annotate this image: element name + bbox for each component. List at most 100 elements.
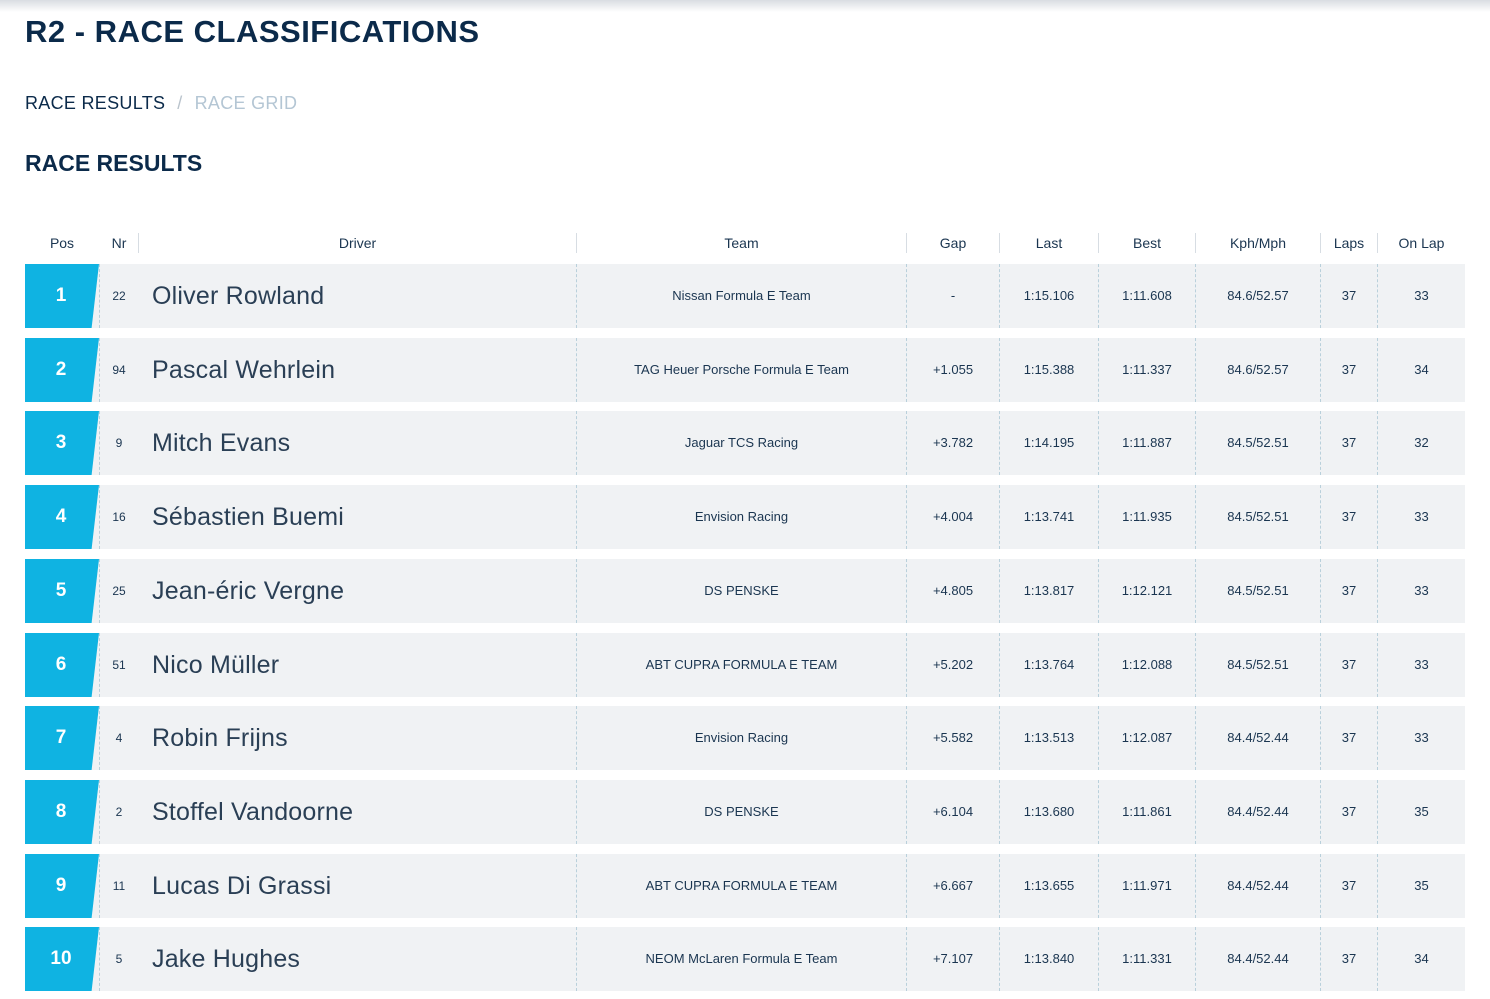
driver-name: Jean-éric Vergne: [152, 577, 345, 605]
team-name: Jaguar TCS Racing: [684, 435, 799, 450]
laps-count: 37: [1341, 657, 1357, 672]
last-lap-time: 1:13.817: [1023, 583, 1075, 598]
last-lap-time: 1:13.764: [1023, 657, 1075, 672]
position-badge: 10: [25, 927, 99, 991]
laps-count: 37: [1341, 288, 1357, 303]
table-row[interactable]: 6 51 Nico Müller ABT CUPRA FORMULA E TEAM +5…: [25, 633, 1465, 697]
driver-number: 16: [112, 510, 126, 524]
driver-name: Nico Müller: [152, 651, 280, 679]
speed-value: 84.5/52.51: [1227, 583, 1289, 598]
best-lap-time: 1:12.121: [1121, 583, 1173, 598]
last-lap-time: 1:15.388: [1023, 362, 1075, 377]
last-lap-time: 1:13.741: [1023, 509, 1075, 524]
team-name: DS PENSKE: [704, 804, 779, 819]
page-title: R2 - RACE CLASSIFICATIONS: [25, 14, 480, 49]
header-pos: Pos: [49, 235, 75, 251]
driver-number: 11: [112, 879, 126, 893]
last-lap-time: 1:15.106: [1023, 288, 1075, 303]
position-value: 7: [55, 727, 67, 748]
section-title: RACE RESULTS: [25, 150, 203, 176]
header-on-lap: On Lap: [1398, 235, 1445, 251]
gap-value: +6.104: [932, 804, 974, 819]
on-lap-value: 33: [1414, 657, 1429, 672]
speed-value: 84.5/52.51: [1227, 657, 1289, 672]
header-last: Last: [1035, 235, 1063, 251]
laps-count: 37: [1341, 730, 1357, 745]
laps-count: 37: [1341, 804, 1357, 819]
team-name: Envision Racing: [694, 730, 789, 745]
driver-name: Jake Hughes: [152, 945, 301, 973]
laps-count: 37: [1341, 362, 1357, 377]
position-value: 5: [55, 580, 67, 601]
team-name: NEOM McLaren Formula E Team: [645, 951, 838, 966]
on-lap-value: 33: [1414, 583, 1429, 598]
position-value: 3: [55, 432, 67, 453]
driver-name: Stoffel Vandoorne: [152, 798, 354, 826]
header-nr: Nr: [111, 235, 127, 251]
laps-count: 37: [1341, 435, 1357, 450]
on-lap-value: 34: [1414, 951, 1429, 966]
last-lap-time: 1:13.840: [1023, 951, 1075, 966]
gap-value: +7.107: [932, 951, 974, 966]
best-lap-time: 1:12.087: [1121, 730, 1173, 745]
best-lap-time: 1:11.887: [1122, 435, 1172, 450]
table-row[interactable]: 4 16 Sébastien Buemi Envision Racing +4.004 1…: [25, 485, 1465, 549]
team-name: TAG Heuer Porsche Formula E Team: [634, 362, 849, 377]
position-value: 10: [50, 948, 72, 969]
table-header: Pos Nr Driver Team Gap Last Best Kph/Mph…: [25, 230, 1465, 256]
table-row[interactable]: 2 94 Pascal Wehrlein TAG Heuer Porsche Form…: [25, 338, 1465, 402]
driver-number: 25: [112, 584, 126, 598]
position-badge: 6: [25, 633, 99, 697]
speed-value: 84.4/52.44: [1227, 951, 1289, 966]
position-value: 2: [55, 359, 67, 380]
gap-value: +5.202: [932, 657, 974, 672]
tab-race-grid[interactable]: RACE GRID: [195, 93, 298, 114]
on-lap-value: 34: [1414, 362, 1429, 377]
gap-value: +6.667: [932, 878, 974, 893]
header-best: Best: [1132, 235, 1161, 251]
gap-value: -: [950, 288, 956, 303]
on-lap-value: 35: [1414, 878, 1429, 893]
table-row[interactable]: 3 9 Mitch Evans Jaguar TCS Racing +3.782 1:14…: [25, 411, 1465, 475]
table-row[interactable]: 7 4 Robin Frijns Envision Racing +5.582 1:13.…: [25, 706, 1465, 770]
driver-name: Pascal Wehrlein: [152, 356, 336, 384]
gap-value: +4.004: [932, 509, 974, 524]
gap-value: +1.055: [932, 362, 974, 377]
best-lap-time: 1:11.337: [1122, 362, 1172, 377]
position-badge: 9: [25, 854, 99, 918]
best-lap-time: 1:12.088: [1121, 657, 1173, 672]
best-lap-time: 1:11.331: [1122, 951, 1172, 966]
on-lap-value: 33: [1414, 730, 1429, 745]
speed-value: 84.5/52.51: [1227, 509, 1289, 524]
table-row[interactable]: 8 2 Stoffel Vandoorne DS PENSKE +6.104 1:13.6…: [25, 780, 1465, 844]
last-lap-time: 1:13.680: [1023, 804, 1075, 819]
position-value: 9: [55, 875, 67, 896]
position-badge: 7: [25, 706, 99, 770]
gap-value: +4.805: [932, 583, 974, 598]
header-laps: Laps: [1333, 235, 1365, 251]
laps-count: 37: [1341, 878, 1357, 893]
best-lap-time: 1:11.861: [1122, 804, 1172, 819]
on-lap-value: 32: [1414, 435, 1429, 450]
team-name: Envision Racing: [694, 509, 789, 524]
speed-value: 84.5/52.51: [1227, 435, 1289, 450]
driver-name: Sébastien Buemi: [152, 503, 345, 531]
last-lap-time: 1:14.195: [1023, 435, 1075, 450]
table-row[interactable]: 10 5 Jake Hughes NEOM McLaren Formula E Tea…: [25, 927, 1465, 991]
laps-count: 37: [1341, 951, 1357, 966]
table-row[interactable]: 5 25 Jean-éric Vergne DS PENSKE +4.805 1:13.8…: [25, 559, 1465, 623]
position-badge: 1: [25, 264, 99, 328]
table-row[interactable]: 9 11 Lucas Di Grassi ABT CUPRA FORMULA E TE…: [25, 854, 1465, 918]
team-name: DS PENSKE: [704, 583, 779, 598]
table-row[interactable]: 1 22 Oliver Rowland Nissan Formula E Team - 1…: [25, 264, 1465, 328]
team-name: ABT CUPRA FORMULA E TEAM: [645, 657, 838, 672]
tab-race-results[interactable]: RACE RESULTS: [25, 93, 165, 114]
driver-number: 4: [115, 731, 123, 745]
position-badge: 5: [25, 559, 99, 623]
speed-value: 84.6/52.57: [1227, 362, 1289, 377]
driver-name: Robin Frijns: [152, 724, 288, 752]
driver-number: 94: [112, 363, 126, 377]
driver-number: 51: [112, 658, 126, 672]
header-gap: Gap: [939, 235, 967, 251]
driver-name: Oliver Rowland: [152, 282, 325, 310]
